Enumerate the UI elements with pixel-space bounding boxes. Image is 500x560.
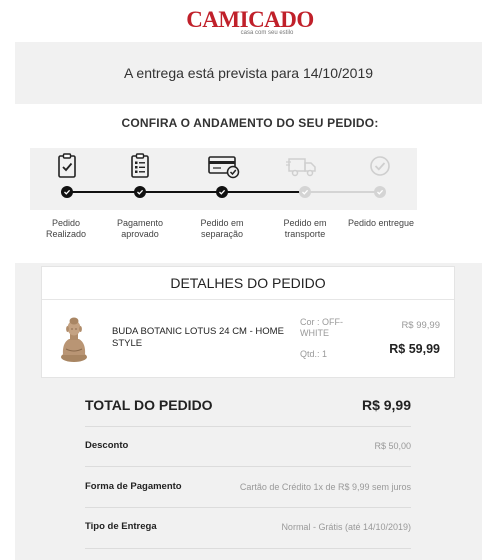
divider — [42, 299, 454, 300]
product-color: Cor : OFF-WHITE — [300, 317, 343, 338]
product-sale-price: R$ 59,99 — [389, 342, 440, 356]
step-label-placed: Pedido Realizado — [45, 218, 87, 239]
order-total-label: TOTAL DO PEDIDO — [85, 397, 213, 413]
step-4-pending-dot — [299, 186, 311, 198]
discount-row: Desconto R$ 50,00 — [85, 440, 411, 451]
circle-check-icon — [368, 153, 392, 179]
brand-name: CAMICADO — [186, 7, 314, 32]
progress-line-pending — [300, 191, 380, 193]
delivery-type-value: Normal - Grátis (até 14/10/2019) — [281, 521, 411, 532]
delivery-truck-icon — [286, 153, 318, 179]
step-label-shipping: Pedido em transporte — [283, 218, 327, 239]
step-5-pending-dot — [374, 186, 386, 198]
order-details-title: DETALHES DO PEDIDO — [170, 275, 326, 291]
order-total-row: TOTAL DO PEDIDO R$ 9,99 — [85, 397, 411, 413]
discount-label: Desconto — [85, 440, 129, 451]
step-label-delivered: Pedido entregue — [347, 218, 415, 228]
tracking-title: CONFIRA O ANDAMENTO DO SEU PEDIDO: — [121, 116, 379, 130]
delivery-type-label: Tipo de Entrega — [85, 521, 157, 532]
step-label-payment: Pagamento aprovado — [116, 218, 164, 239]
clipboard-check-icon — [55, 153, 79, 179]
divider — [85, 466, 411, 467]
delivery-type-row: Tipo de Entrega Normal - Grátis (até 14/… — [85, 521, 411, 532]
order-item-card: DETALHES DO PEDIDO BUDA BOTANIC LOTUS 24… — [41, 266, 455, 378]
step-1-done-dot — [61, 186, 73, 198]
progress-line-completed — [67, 191, 300, 193]
order-total-value: R$ 9,99 — [361, 397, 411, 413]
buddha-statue-image — [59, 315, 89, 363]
product-original-price: R$ 99,99 — [401, 320, 440, 331]
payment-method-row: Forma de Pagamento Cartão de Crédito 1x … — [85, 481, 411, 492]
clipboard-list-icon — [128, 153, 152, 179]
product-name: BUDA BOTANIC LOTUS 24 CM - HOME STYLE — [112, 326, 284, 349]
step-label-picking: Pedido em separação — [200, 218, 244, 239]
credit-card-check-icon — [208, 153, 240, 179]
brand-tagline: casa com seu estilo — [240, 30, 294, 36]
divider — [85, 548, 411, 549]
order-progress-tracker — [30, 148, 417, 210]
delivery-banner: A entrega está prevista para 14/10/2019 — [15, 42, 482, 104]
divider — [85, 426, 411, 427]
payment-method-label: Forma de Pagamento — [85, 481, 182, 492]
product-quantity: Qtd.: 1 — [300, 349, 328, 359]
step-3-done-dot — [216, 186, 228, 198]
divider — [85, 507, 411, 508]
brand-logo: CAMICADO casa com seu estilo — [0, 7, 500, 37]
delivery-estimate-text: A entrega está prevista para 14/10/2019 — [123, 65, 374, 81]
payment-method-value: Cartão de Crédito 1x de R$ 9,99 sem juro… — [239, 481, 411, 492]
discount-value: R$ 50,00 — [374, 440, 411, 451]
step-2-done-dot — [134, 186, 146, 198]
